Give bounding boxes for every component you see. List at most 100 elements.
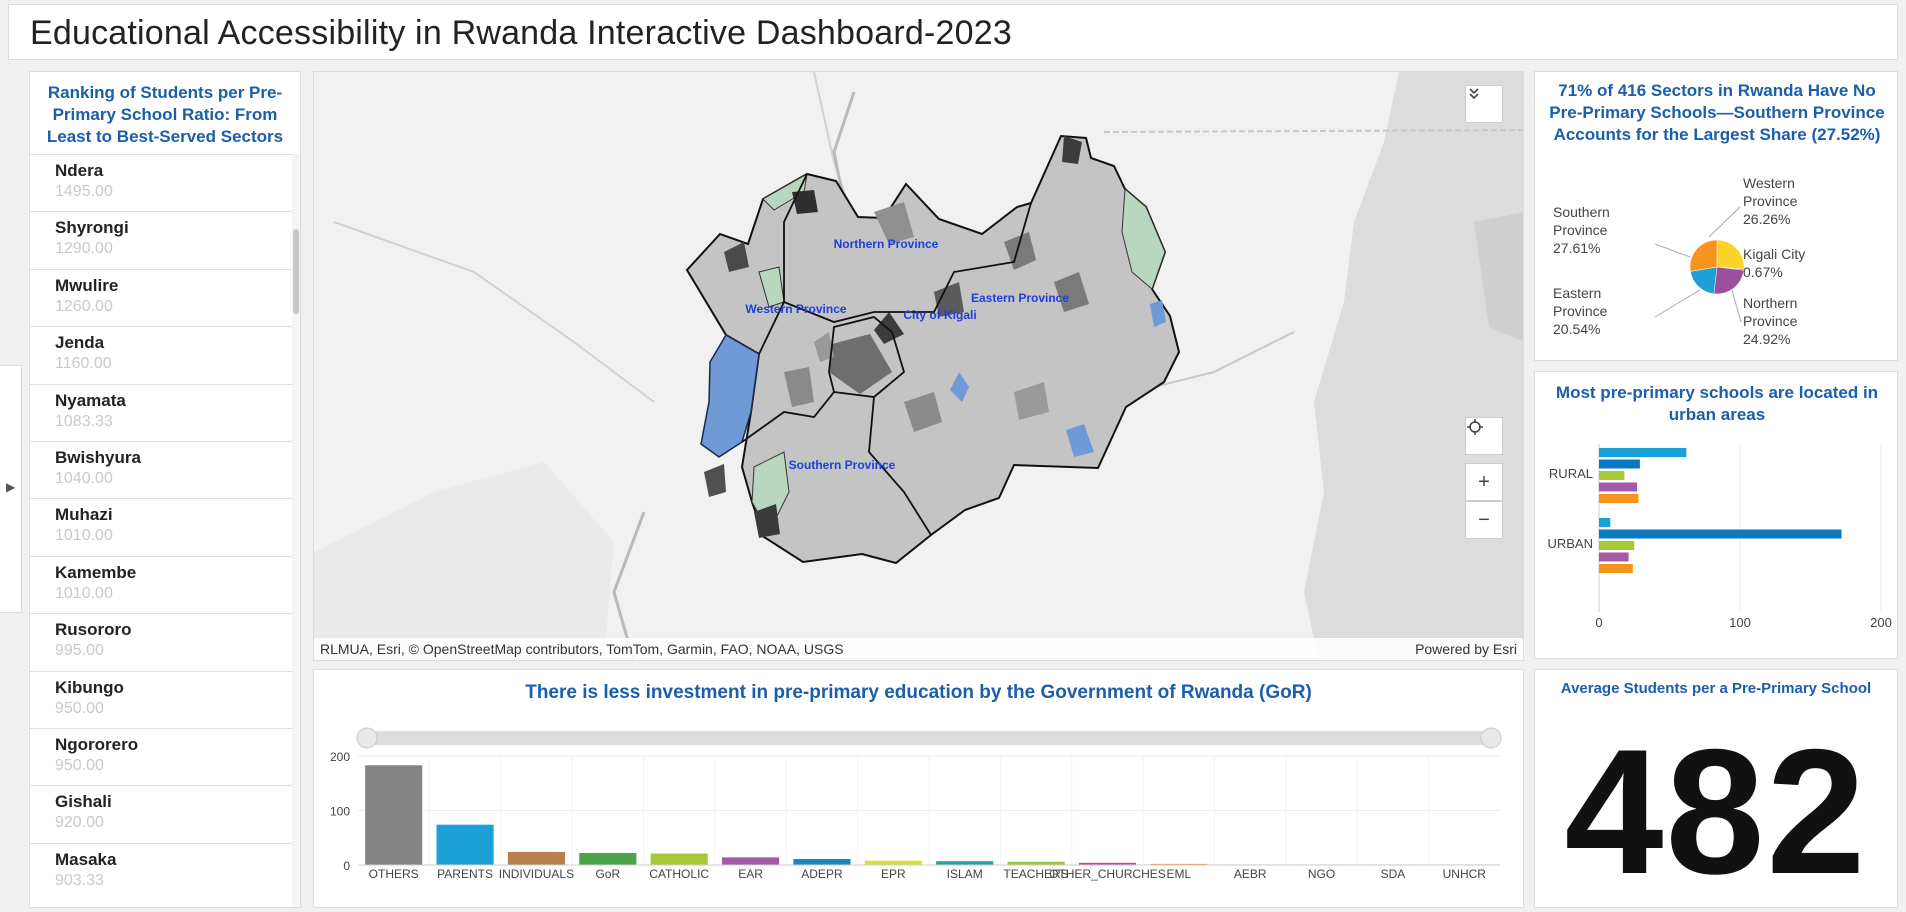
sector-name: Kibungo [55, 677, 124, 697]
pie-label: 0.67% [1743, 264, 1783, 280]
pie-leader-line [1731, 289, 1742, 323]
caret-right-icon: ▶ [6, 480, 16, 494]
x-tick-label: OTHER_CHURCHES [1049, 867, 1166, 881]
zoom-in-button[interactable]: + [1465, 463, 1503, 501]
sector-name: Shyrongi [55, 218, 129, 238]
pie-label: 26.26% [1743, 211, 1790, 227]
pie-label: 24.92% [1743, 331, 1790, 347]
bar[interactable] [1599, 448, 1687, 457]
x-tick-label: 200 [1870, 615, 1892, 630]
scrollbar-thumb[interactable] [293, 229, 299, 314]
sector-name: Nyamata [55, 390, 126, 410]
layer-expand-button[interactable] [1465, 85, 1503, 123]
sector-ratio-value: 920.00 [55, 814, 104, 832]
x-tick-label: CATHOLIC [649, 867, 709, 881]
pie-chart[interactable]: Western Province 26.26% Kigali City 0.67% Nor… [1535, 72, 1898, 361]
pie-slice[interactable] [1689, 239, 1718, 272]
ranking-item[interactable]: Shyrongi 1290.00 [30, 211, 293, 268]
x-tick-label: 100 [1729, 615, 1751, 630]
label-eastern-province: Eastern Province [971, 291, 1069, 305]
ranking-item[interactable]: Gishali 920.00 [30, 785, 293, 842]
bar[interactable] [1599, 482, 1638, 492]
x-tick-label: NGO [1308, 867, 1335, 881]
pie-slice[interactable] [1690, 266, 1718, 295]
bar[interactable] [1599, 552, 1629, 562]
ranking-item[interactable]: Kamembe 1010.00 [30, 555, 293, 613]
y-tick-label: 200 [330, 750, 350, 764]
category-label: URBAN [1547, 536, 1593, 551]
ranking-item[interactable]: Kibungo 950.00 [30, 670, 293, 728]
bar[interactable] [650, 853, 708, 865]
bar[interactable] [1599, 541, 1635, 550]
ranking-item[interactable]: Muhazi 1010.00 [30, 498, 293, 555]
location-bar-chart[interactable]: RURAL URBAN 0 100 200 [1535, 372, 1898, 659]
bar[interactable] [507, 851, 565, 865]
x-tick-label: INDIVIDUALS [499, 867, 574, 881]
pie-slice[interactable] [1713, 266, 1745, 295]
bar[interactable] [1599, 459, 1640, 469]
bar[interactable] [722, 857, 780, 865]
bar[interactable] [793, 859, 851, 865]
pie-label: Western [1743, 175, 1795, 191]
average-indicator-value: 482 [1564, 712, 1868, 908]
bar[interactable] [436, 824, 494, 865]
sector-ratio-value: 1160.00 [55, 355, 112, 373]
x-tick-label: PARENTS [437, 867, 493, 881]
ranking-item[interactable]: Bwishyura 1040.00 [30, 440, 293, 498]
ranking-item[interactable]: Rusororo 995.00 [30, 613, 293, 670]
ranking-item[interactable]: Ngororero 950.00 [30, 727, 293, 785]
double-chevron-down-icon [1469, 88, 1479, 100]
bar[interactable] [1599, 529, 1842, 539]
sector-ratio-value: 1010.00 [55, 584, 113, 602]
pie-label: Province [1553, 222, 1608, 238]
ranking-item[interactable]: Masaka 903.33 [30, 842, 293, 900]
sector-ratio-value: 1260.00 [55, 297, 113, 315]
bar[interactable] [936, 861, 994, 865]
x-tick-label: EAR [738, 867, 763, 881]
bar[interactable] [579, 853, 637, 865]
range-slider-handle[interactable] [356, 727, 378, 749]
bar[interactable] [1599, 518, 1611, 527]
sector-name: Rusororo [55, 620, 132, 640]
x-tick-label: OTHERS [369, 867, 419, 881]
range-slider-track[interactable] [358, 731, 1500, 745]
sector-ratio-value: 1083.33 [55, 412, 113, 430]
ranking-scrollbar[interactable] [292, 154, 300, 907]
ranking-item[interactable]: Ndera 1495.00 [30, 154, 293, 211]
expand-panel-toggle[interactable]: ▶ [0, 365, 22, 613]
bar[interactable] [864, 860, 922, 865]
pie-label: Province [1743, 193, 1798, 209]
pie-label: Kigali City [1743, 246, 1805, 262]
bar[interactable] [365, 765, 423, 865]
y-tick-label: 100 [330, 805, 350, 819]
y-tick-label: 0 [343, 859, 350, 873]
sector-name: Jenda [55, 333, 105, 353]
sector-ratio-value: 1495.00 [55, 183, 113, 200]
range-slider-handle[interactable] [1480, 727, 1502, 749]
attribution-text: RLMUA, Esri, © OpenStreetMap contributor… [320, 641, 844, 657]
label-western-province: Western Province [745, 302, 846, 316]
pie-label: 20.54% [1553, 321, 1600, 337]
bar[interactable] [1599, 494, 1639, 503]
label-southern-province: Southern Province [789, 458, 896, 472]
ranking-item[interactable]: Jenda 1160.00 [30, 326, 293, 383]
sector-name: Mwulire [55, 275, 119, 295]
pie-label: Northern [1743, 295, 1797, 311]
bar[interactable] [1599, 564, 1633, 573]
pie-slice[interactable] [1716, 239, 1745, 270]
zoom-out-button[interactable]: − [1465, 501, 1503, 539]
locate-button[interactable] [1465, 417, 1503, 455]
investment-chart[interactable]: 200 100 0 OTHERS PARENTS INDIVIDUALS GoR CATHOL… [314, 670, 1524, 908]
ranking-list[interactable]: Ndera 1495.00 Shyrongi 1290.00 Mwulire 1260.0… [30, 154, 293, 907]
bar[interactable] [1599, 471, 1625, 480]
pie-label: 27.61% [1553, 240, 1600, 256]
ranking-item[interactable]: Mwulire 1260.00 [30, 268, 293, 326]
x-tick-label: AEBR [1234, 867, 1267, 881]
x-tick-label: EPR [881, 867, 906, 881]
x-tick-label: SDA [1381, 867, 1406, 881]
powered-by-esri[interactable]: Powered by Esri [1415, 638, 1517, 660]
map-view[interactable]: Northern Province Western Province City … [313, 71, 1524, 661]
sector-ratio-value: 1040.00 [55, 469, 113, 487]
ranking-item[interactable]: Nyamata 1083.33 [30, 383, 293, 441]
map-canvas[interactable]: Northern Province Western Province City … [314, 72, 1524, 661]
